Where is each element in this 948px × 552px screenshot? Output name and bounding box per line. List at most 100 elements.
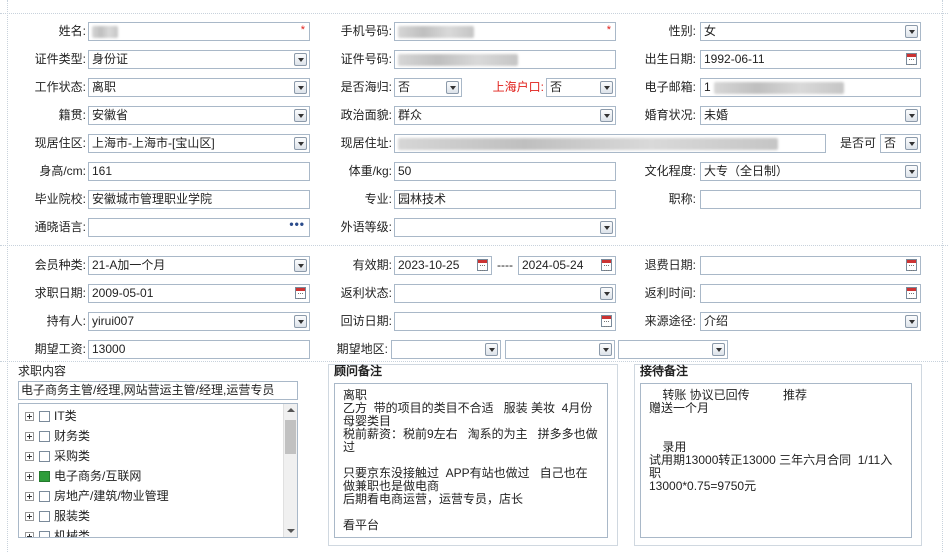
calendar-icon[interactable] bbox=[601, 315, 612, 327]
chevron-down-icon[interactable] bbox=[294, 53, 307, 66]
member-type-select[interactable]: 21-A加一个月 bbox=[88, 256, 310, 275]
calendar-icon[interactable] bbox=[906, 259, 917, 271]
validity-label: 有效期: bbox=[352, 258, 392, 272]
school-label: 毕业院校: bbox=[34, 192, 86, 206]
tree-item[interactable]: 财务类 bbox=[25, 426, 90, 446]
calendar-icon[interactable] bbox=[477, 259, 488, 271]
expand-icon[interactable] bbox=[25, 472, 34, 482]
chevron-down-icon[interactable] bbox=[905, 137, 918, 150]
rebate-time-input[interactable] bbox=[700, 284, 921, 303]
chevron-down-icon[interactable] bbox=[446, 81, 459, 94]
school-input[interactable]: 安徽城市管理职业学院 bbox=[88, 190, 310, 209]
chevron-down-icon[interactable] bbox=[294, 109, 307, 122]
chevron-down-icon[interactable] bbox=[485, 343, 498, 356]
chevron-down-icon[interactable] bbox=[600, 221, 613, 234]
overseas-select[interactable]: 否 bbox=[394, 78, 462, 97]
checkbox[interactable] bbox=[39, 491, 50, 503]
expand-icon[interactable] bbox=[25, 492, 34, 502]
rebate-status-select[interactable] bbox=[394, 284, 616, 303]
chevron-down-icon[interactable] bbox=[905, 165, 918, 178]
chevron-down-icon[interactable] bbox=[600, 287, 613, 300]
email-input[interactable]: 1 bbox=[700, 78, 921, 97]
refund-date-input[interactable] bbox=[700, 256, 921, 275]
validity-end-input[interactable]: 2024-05-24 bbox=[518, 256, 616, 275]
holder-select[interactable]: yirui007 bbox=[88, 312, 310, 331]
job-category-tree[interactable]: IT类 财务类 采购类 电子商务/互联网 房地产/建筑/物业管理 服装类 机械类 bbox=[18, 403, 298, 538]
expand-icon[interactable] bbox=[25, 412, 34, 422]
gender-select[interactable]: 女 bbox=[700, 22, 921, 41]
chevron-down-icon[interactable] bbox=[905, 25, 918, 38]
id-number-input[interactable] bbox=[394, 50, 616, 69]
weight-input[interactable]: 50 bbox=[394, 162, 616, 181]
major-label: 专业: bbox=[364, 192, 392, 206]
chevron-down-icon[interactable] bbox=[905, 315, 918, 328]
calendar-icon[interactable] bbox=[906, 53, 917, 65]
checkbox-checked[interactable] bbox=[39, 471, 50, 483]
tree-item[interactable]: 服装类 bbox=[25, 506, 90, 526]
scroll-up-icon[interactable] bbox=[287, 408, 295, 412]
checkbox[interactable] bbox=[39, 411, 50, 423]
birth-date-input[interactable]: 1992-06-11 bbox=[700, 50, 921, 69]
tree-item[interactable]: 采购类 bbox=[25, 446, 90, 466]
chevron-down-icon[interactable] bbox=[294, 259, 307, 272]
chevron-down-icon[interactable] bbox=[712, 343, 725, 356]
refund-date-label: 退费日期: bbox=[644, 258, 696, 272]
visit-date-input[interactable] bbox=[394, 312, 616, 331]
chevron-down-icon[interactable] bbox=[294, 137, 307, 150]
education-select[interactable]: 大专（全日制） bbox=[700, 162, 921, 181]
title-input[interactable] bbox=[700, 190, 921, 209]
more-options-icon[interactable]: ••• bbox=[289, 219, 305, 233]
chevron-down-icon[interactable] bbox=[294, 81, 307, 94]
checkbox[interactable] bbox=[39, 511, 50, 523]
expected-salary-input[interactable]: 13000 bbox=[88, 340, 310, 359]
consultant-notes-textarea[interactable]: 离职 乙方 带的项目的类目不合适 服装 美妆 4月份母婴类目 税前薪资：税前9左… bbox=[334, 383, 608, 538]
id-type-select[interactable]: 身份证 bbox=[88, 50, 310, 69]
validity-separator: ---- bbox=[497, 258, 513, 272]
expand-icon[interactable] bbox=[25, 512, 34, 522]
current-region-select[interactable]: 上海市-上海市-[宝山区] bbox=[88, 134, 310, 153]
native-place-select[interactable]: 安徽省 bbox=[88, 106, 310, 125]
tree-item[interactable]: 机械类 bbox=[25, 526, 90, 537]
tree-scrollbar[interactable] bbox=[283, 404, 297, 537]
chevron-down-icon[interactable] bbox=[599, 343, 612, 356]
political-select[interactable]: 群众 bbox=[394, 106, 616, 125]
height-input[interactable]: 161 bbox=[88, 162, 310, 181]
chevron-down-icon[interactable] bbox=[600, 81, 613, 94]
phone-input[interactable]: * bbox=[394, 22, 616, 41]
checkbox[interactable] bbox=[39, 431, 50, 443]
current-address-input[interactable] bbox=[394, 134, 826, 153]
language-input[interactable]: ••• bbox=[88, 218, 310, 237]
expected-region-district-select[interactable] bbox=[618, 340, 728, 359]
chevron-down-icon[interactable] bbox=[294, 315, 307, 328]
redacted-phone bbox=[398, 25, 474, 38]
tree-item[interactable]: 房地产/建筑/物业管理 bbox=[25, 486, 169, 506]
calendar-icon[interactable] bbox=[601, 259, 612, 271]
source-select[interactable]: 介绍 bbox=[700, 312, 921, 331]
name-input[interactable]: * bbox=[88, 22, 310, 41]
foreign-level-select[interactable] bbox=[394, 218, 616, 237]
reception-notes-textarea[interactable]: 转账 协议已回传 推荐 赠送一个月 录用 试用期13000转正13000 三年六… bbox=[640, 383, 912, 538]
expand-icon[interactable] bbox=[25, 532, 34, 537]
checkbox[interactable] bbox=[39, 531, 50, 537]
work-status-select[interactable]: 离职 bbox=[88, 78, 310, 97]
tree-item[interactable]: IT类 bbox=[25, 406, 77, 426]
major-input[interactable]: 园林技术 bbox=[394, 190, 616, 209]
validity-start-input[interactable]: 2023-10-25 bbox=[394, 256, 492, 275]
scroll-thumb[interactable] bbox=[285, 420, 296, 454]
marital-select[interactable]: 未婚 bbox=[700, 106, 921, 125]
checkbox[interactable] bbox=[39, 451, 50, 463]
chevron-down-icon[interactable] bbox=[905, 109, 918, 122]
calendar-icon[interactable] bbox=[295, 287, 306, 299]
scroll-down-icon[interactable] bbox=[287, 529, 295, 533]
expand-icon[interactable] bbox=[25, 452, 34, 462]
job-seek-date-input[interactable]: 2009-05-01 bbox=[88, 284, 310, 303]
tree-item[interactable]: 电子商务/互联网 bbox=[25, 466, 141, 486]
can-accept-select[interactable]: 否 bbox=[880, 134, 921, 153]
shanghai-hukou-select[interactable]: 否 bbox=[546, 78, 616, 97]
redacted-address bbox=[398, 137, 778, 150]
expand-icon[interactable] bbox=[25, 432, 34, 442]
calendar-icon[interactable] bbox=[906, 287, 917, 299]
expected-region-province-select[interactable] bbox=[391, 340, 501, 359]
chevron-down-icon[interactable] bbox=[600, 109, 613, 122]
expected-region-city-select[interactable] bbox=[505, 340, 615, 359]
